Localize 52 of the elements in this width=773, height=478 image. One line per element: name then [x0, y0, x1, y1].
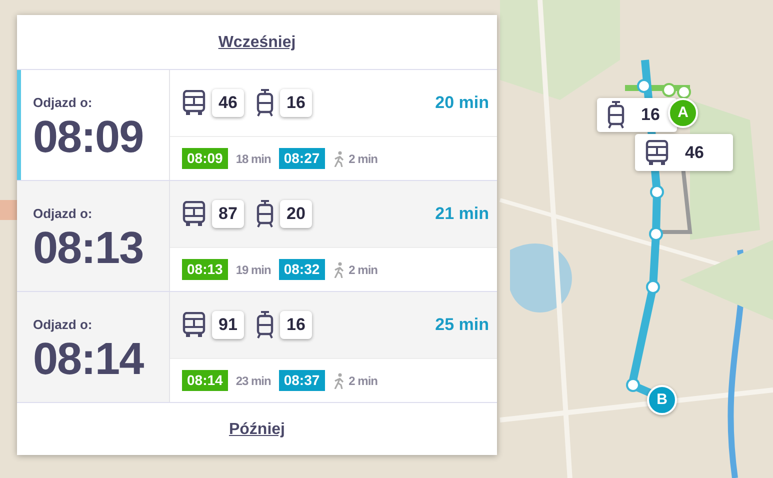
later-link[interactable]: Później [17, 402, 497, 455]
travel-duration: 21 min [435, 203, 489, 226]
connection-summary[interactable]: Odjazd o: 08:09 [17, 70, 170, 180]
departure-time: 08:13 [33, 222, 144, 272]
travel-duration: 25 min [435, 314, 489, 336]
travel-duration: 20 min [435, 92, 489, 114]
line-number: 20 [280, 200, 312, 228]
stop-marker [649, 227, 663, 241]
line-number: 91 [212, 311, 244, 339]
ride-duration: 19 min [236, 262, 271, 278]
walk-duration: 2 min [348, 262, 378, 278]
line-number: 16 [280, 89, 312, 117]
departure-time: 08:09 [33, 110, 144, 162]
departure-time-badge: 08:14 [182, 370, 228, 391]
walk-duration: 2 min [348, 372, 378, 390]
departure-time: 08:14 [33, 332, 144, 384]
tram-icon [256, 200, 274, 228]
tram-icon [256, 89, 274, 117]
connection-summary[interactable]: Odjazd o: 08:13 [17, 181, 170, 291]
bus-icon [645, 140, 669, 166]
tram-icon [607, 101, 625, 129]
stop-marker [637, 79, 651, 93]
departure-label: Odjazd o: [33, 94, 92, 110]
stop-marker [650, 185, 664, 199]
departure-label: Odjazd o: [33, 206, 92, 220]
line-number: 16 [280, 311, 312, 339]
walking-icon [332, 262, 345, 278]
line-number: 46 [212, 89, 244, 117]
ride-duration: 23 min [236, 372, 271, 390]
walk-duration: 2 min [348, 150, 378, 168]
bus-icon [182, 201, 206, 227]
walking-icon [332, 372, 345, 388]
ride-duration: 18 min [236, 150, 271, 168]
departure-time-badge: 08:13 [182, 259, 228, 280]
earlier-link[interactable]: Wcześniej [17, 15, 497, 69]
arrival-time-badge: 08:27 [278, 148, 325, 169]
stop-marker [662, 83, 676, 97]
connection-summary[interactable]: Odjazd o: 08:14 [17, 292, 170, 402]
arrival-time-badge: 08:32 [278, 259, 325, 280]
line-popup: 16 [597, 98, 677, 132]
bus-icon [182, 312, 206, 338]
arrival-time-badge: 08:37 [278, 370, 325, 391]
tram-icon [256, 311, 274, 339]
bus-icon [182, 90, 206, 116]
departure-label: Odjazd o: [33, 316, 92, 332]
line-popup: 46 [635, 134, 733, 171]
stop-marker [626, 378, 640, 392]
departure-time-badge: 08:09 [182, 148, 228, 169]
stop-marker [646, 280, 660, 294]
line-number: 87 [212, 200, 244, 228]
stop-marker [677, 85, 691, 99]
walking-icon [332, 150, 345, 166]
